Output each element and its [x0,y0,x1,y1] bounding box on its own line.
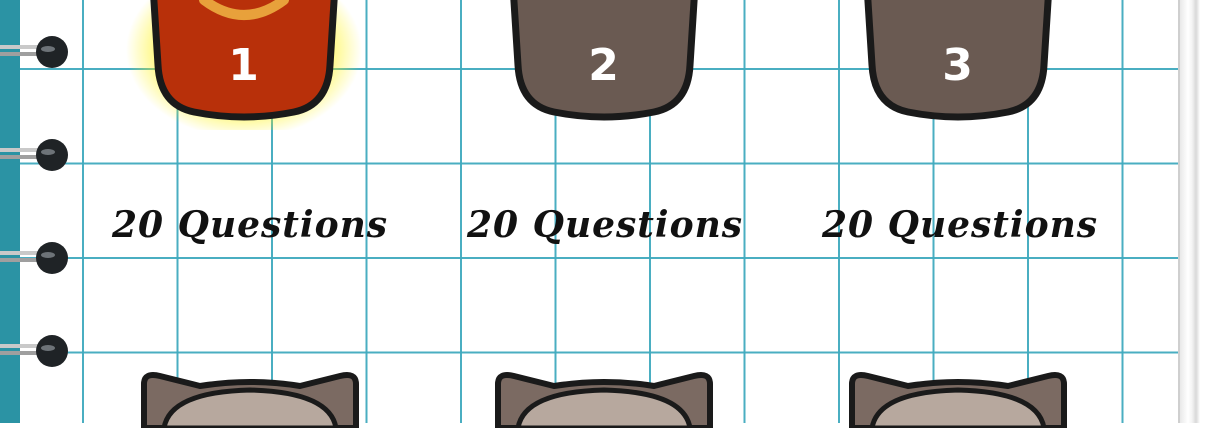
locked-level-4-button[interactable] [130,368,370,428]
spiral-ring-icon [0,242,68,274]
level-3-questions-label: 20 Questions [821,204,1099,246]
level-2-number: 2 [588,40,620,91]
locked-level-6-button[interactable] [838,368,1078,428]
spiral-ring-icon [0,36,68,68]
level-3-button[interactable]: 3 [838,0,1078,130]
level-2-questions-label: 20 Questions [466,204,744,246]
spiral-binding [0,0,80,423]
level-1-questions-label: 20 Questions [111,204,389,246]
locked-level-5-button[interactable] [484,368,724,428]
level-2-button[interactable]: 2 [484,0,724,130]
level-1-button[interactable]: 1 [124,0,364,130]
spiral-ring-icon [0,139,68,171]
spiral-ring-icon [0,335,68,367]
level-3-number: 3 [942,40,974,91]
notebook-page-edge [1178,0,1210,423]
level-1-number: 1 [228,40,260,91]
